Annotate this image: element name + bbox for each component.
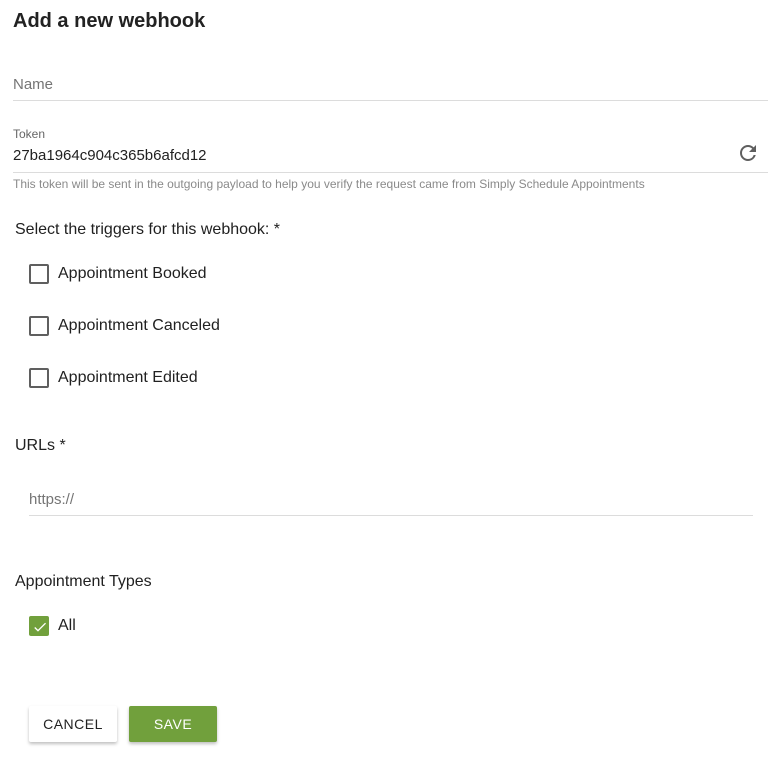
trigger-appointment-edited[interactable]: Appointment Edited — [29, 367, 198, 389]
token-hint: This token will be sent in the outgoing … — [13, 177, 645, 191]
checkbox[interactable] — [29, 264, 49, 284]
dialog-title: Add a new webhook — [13, 10, 206, 32]
appointment-type-all[interactable]: All — [29, 615, 76, 637]
refresh-icon[interactable] — [736, 141, 760, 165]
checkbox[interactable] — [29, 368, 49, 388]
checkbox-label: Appointment Booked — [58, 265, 207, 282]
token-value[interactable]: 27ba1964c904c365b6afcd12 — [13, 147, 207, 164]
token-label: Token — [13, 127, 46, 141]
checkbox-label: All — [58, 617, 76, 634]
name-input[interactable] — [13, 70, 768, 98]
urls-label: URLs * — [15, 437, 66, 454]
checkbox-label: Appointment Canceled — [58, 317, 220, 334]
checkbox[interactable] — [29, 316, 49, 336]
cancel-button[interactable]: CANCEL — [29, 706, 117, 742]
url-field[interactable] — [29, 485, 753, 516]
trigger-appointment-canceled[interactable]: Appointment Canceled — [29, 315, 220, 337]
checkmark-icon — [34, 622, 46, 632]
save-button[interactable]: SAVE — [129, 706, 217, 742]
appointment-types-label: Appointment Types — [15, 573, 152, 590]
name-field[interactable] — [13, 70, 768, 101]
trigger-appointment-booked[interactable]: Appointment Booked — [29, 263, 207, 285]
token-field[interactable]: 27ba1964c904c365b6afcd12 — [13, 144, 768, 173]
checkbox-label: Appointment Edited — [58, 369, 198, 386]
checkbox-checked[interactable] — [29, 616, 49, 636]
url-input[interactable] — [29, 485, 753, 513]
triggers-label: Select the triggers for this webhook: * — [15, 221, 281, 238]
